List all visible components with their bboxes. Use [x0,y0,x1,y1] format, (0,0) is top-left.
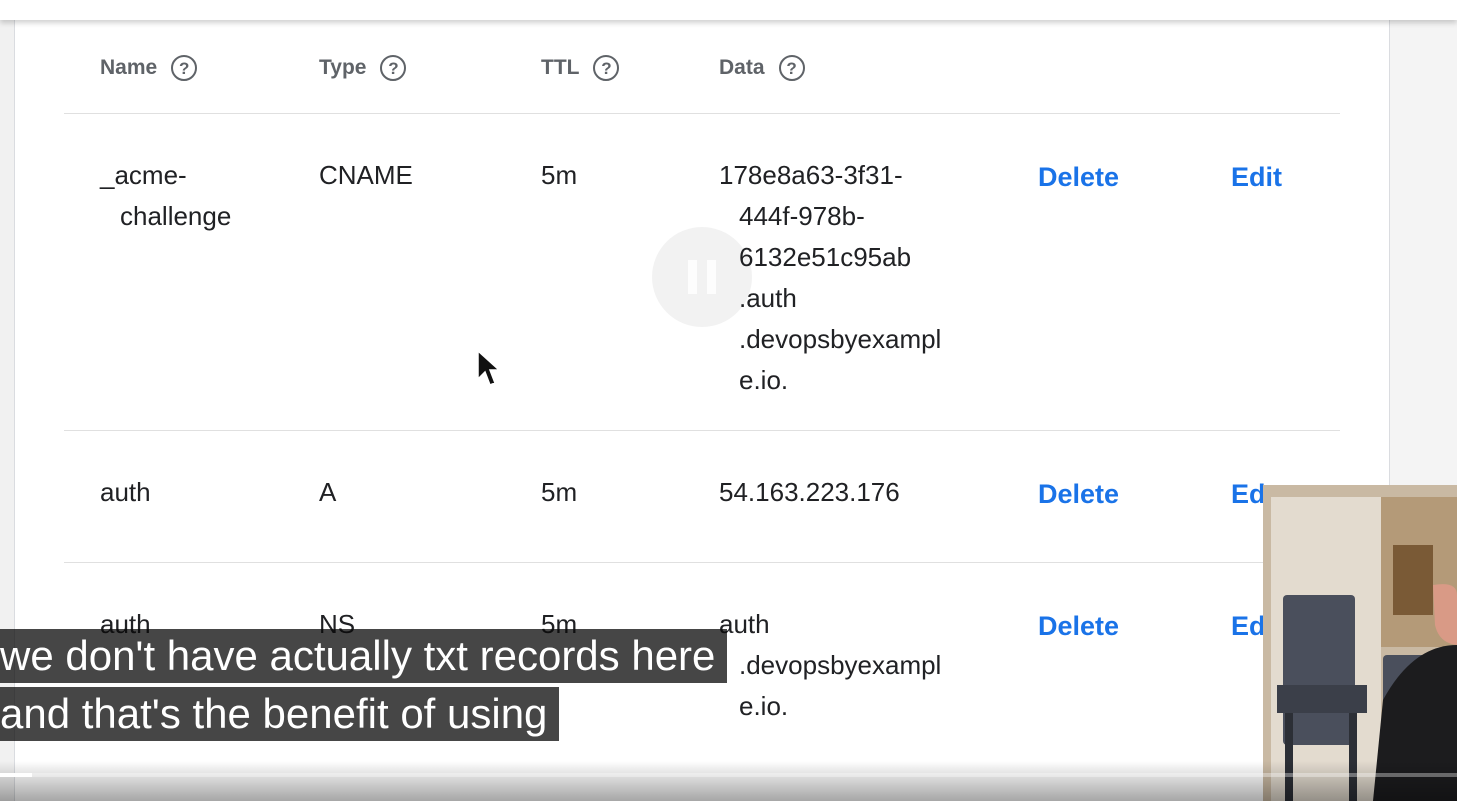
progress-bar[interactable] [0,773,1457,777]
help-circle-icon[interactable]: ? [380,55,407,81]
help-circle-icon[interactable]: ? [593,55,620,81]
pause-bar [688,260,697,294]
record-data-line: 178e8a63-3f31- [719,160,903,190]
column-header-type: Type ? [319,55,407,81]
caption-line: we don't have actually txt records here [0,629,728,683]
edit-button[interactable]: Ed [1231,479,1266,510]
delete-button[interactable]: Delete [1038,162,1119,193]
record-data-line: 6132e51c95ab [739,242,912,272]
record-name: _acme- challenge [100,155,231,237]
record-data-line: .devopsbyexampl [739,324,942,354]
edit-button[interactable]: Edit [1231,162,1282,193]
delete-button[interactable]: Delete [1038,611,1119,642]
edit-button[interactable]: Ed [1231,611,1266,642]
column-header-label: Data [719,56,765,79]
record-data: 54.163.223.176 [719,477,900,507]
record-name-line: _acme- [100,160,187,190]
record-data-line: 444f-978b- [739,201,865,231]
player-controls-gradient [0,761,1457,801]
column-header-label: Name [100,56,158,79]
record-data: auth .devopsbyexampl e.io. [719,604,941,727]
record-data-line: .devopsbyexampl [739,650,942,680]
record-ttl: 5m [541,160,578,190]
top-bar [0,0,1457,20]
record-name: auth [100,477,151,507]
record-data: 178e8a63-3f31- 444f-978b- 6132e51c95ab .… [719,155,941,401]
column-header-label: TTL [541,56,580,79]
mouse-pointer-icon [477,349,501,386]
help-circle-icon[interactable]: ? [171,55,198,81]
row-divider [64,430,1340,431]
record-type: A [319,477,337,507]
column-header-label: Type [319,56,367,79]
record-data-line: auth [719,609,770,639]
webcam-overlay [1263,485,1457,801]
record-ttl: 5m [541,477,578,507]
pause-bar [707,260,716,294]
column-header-ttl: TTL ? [541,55,620,81]
row-divider [64,113,1340,114]
record-type: CNAME [319,160,413,190]
webcam-video [1263,485,1457,801]
record-name-line: challenge [120,201,232,231]
record-data-line: .auth [739,283,797,313]
column-header-data: Data ? [719,55,805,81]
help-circle-icon[interactable]: ? [778,55,805,81]
delete-button[interactable]: Delete [1038,479,1119,510]
record-data-line: e.io. [739,691,789,721]
row-divider [64,562,1340,563]
column-header-name: Name ? [100,55,198,81]
progress-fill [0,773,33,777]
record-data-line: e.io. [739,365,789,395]
pause-icon[interactable] [652,227,752,327]
caption-line: and that's the benefit of using [0,687,560,741]
